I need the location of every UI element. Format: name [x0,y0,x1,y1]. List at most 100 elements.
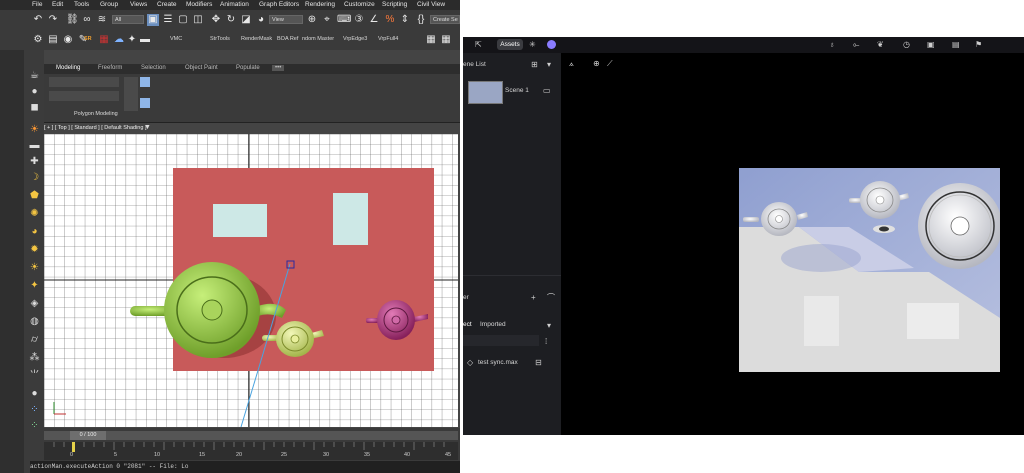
tab-selection[interactable]: Selection [141,65,166,71]
cloud-icon[interactable]: ☁ [113,34,125,46]
tab-object-paint[interactable]: Object Paint [185,65,218,71]
shape-icon[interactable]: ⬟ [29,190,40,201]
link-icon[interactable]: ⛓ [66,14,79,26]
scene-thumbnail[interactable] [468,81,503,104]
snaps-toggle-icon[interactable]: ③ [353,14,365,26]
light-icon[interactable]: ☀ [29,124,40,135]
render-teapot-large[interactable] [918,183,1000,269]
layer-menu-icon[interactable]: ⌒ [547,293,555,302]
sidebar-toggle-icon[interactable]: ⇱ [475,40,482,49]
tab-select[interactable]: ect [463,321,472,328]
avatar[interactable] [547,40,556,49]
scene-list-menu-icon[interactable]: ▾ [547,60,551,69]
plugin-icon-7[interactable]: ▦ [425,34,437,46]
add-layer-icon[interactable]: + [531,293,536,302]
menu-animation[interactable]: Animation [220,1,249,8]
viewport-label[interactable]: [ + ] [ Top ] [ Standard ] [ Default Sha… [44,125,146,131]
unlink-icon[interactable]: ∞ [81,14,93,26]
menu-civil-view[interactable]: Civil View [417,1,445,8]
menu-views[interactable]: Views [130,1,147,8]
camera-add-icon[interactable]: ▣ [927,40,935,49]
sphere-icon[interactable]: ● [29,86,40,97]
scene-name[interactable]: Scene 1 [505,87,529,94]
helper-icon[interactable]: ✚ [29,156,40,167]
flag-icon[interactable]: ⚑ [975,40,982,49]
plugin-icon-6[interactable]: ✦ [126,34,138,46]
timer-icon[interactable]: ◷ [903,40,910,49]
material-editor-icon[interactable]: ⁘ [29,404,40,415]
time-slider-handle[interactable]: 0 / 100 [70,431,106,440]
scene-camera-icon[interactable]: ▭ [543,86,551,95]
menu-group[interactable]: Group [100,1,118,8]
ribbon-options-icon[interactable]: ••• [272,65,285,71]
selection-filter-dropdown[interactable]: All [112,15,144,24]
place-icon[interactable]: ◕ [255,14,267,26]
bind-spacewarp-icon[interactable]: ≋ [96,14,108,26]
box-icon[interactable]: ◼ [29,102,40,113]
cube-icon[interactable]: ◈ [29,298,40,309]
strtools-label[interactable]: StrTools [210,36,230,42]
tab-imported[interactable]: Imported [480,321,506,328]
tab-freeform[interactable]: Freeform [98,65,122,71]
plugin-icon-2[interactable]: ▤ [47,34,59,46]
menu-rendering[interactable]: Rendering [305,1,335,8]
move-icon[interactable]: ✥ [210,14,222,26]
ribbon-side-buttons[interactable] [124,77,138,111]
camera-icon[interactable]: ▬ [139,34,151,46]
top-viewport[interactable] [44,134,458,427]
render-preview[interactable] [739,168,1000,372]
time-slider-track[interactable] [44,431,458,440]
menu-graph-editors[interactable]: Graph Editors [259,1,299,8]
menu-file[interactable]: File [32,1,42,8]
ribbon-row-2[interactable] [49,91,119,101]
add-scene-icon[interactable]: ⊞ [531,60,538,69]
teapot-icon[interactable]: ☕ [29,70,40,81]
grass-icon[interactable]: ⺌ [29,370,40,381]
pivot-center-icon[interactable]: ⊕ [306,14,318,26]
plugin-icon-5[interactable]: ▦ [98,34,110,46]
scatter-icon[interactable]: ⁂ [29,352,40,363]
tab-modeling[interactable]: Modeling [56,65,80,71]
scale-icon[interactable]: ◪ [240,14,252,26]
ribbon-button-blue[interactable] [140,77,150,87]
menu-tools[interactable]: Tools [74,1,89,8]
transform-gizmo-icon[interactable]: ⟑ [569,59,574,68]
cylinder-icon[interactable]: ⌭ [29,334,40,345]
particle-icon[interactable]: ✹ [29,244,40,255]
window-crossing-icon[interactable]: ◫ [192,14,204,26]
select-object-icon[interactable]: ▣ [147,14,159,26]
grid-view-icon[interactable]: ⁞ [545,337,547,346]
sphere-small-icon[interactable]: ◍ [29,316,40,327]
spinner-snap-icon[interactable]: ⇕ [399,14,411,26]
material-ball-icon[interactable]: ● [29,388,40,399]
ribbon-button-blue-2[interactable] [140,98,150,108]
sr-label[interactable]: SR [84,36,92,42]
edit-named-selection-icon[interactable]: {} [415,14,427,26]
current-frame-marker[interactable] [72,442,75,452]
menu-create[interactable]: Create [157,1,177,8]
boa-ref-label[interactable]: BOA Ref [277,36,298,42]
keyboard-shortcut-icon[interactable]: ⌨ [337,14,351,26]
lock-icon[interactable]: ⊟ [535,358,542,367]
ribbon-group-label[interactable]: Polygon Modeling [74,111,118,117]
menu-scripting[interactable]: Scripting [382,1,407,8]
spline-icon[interactable]: ☽ [29,172,40,183]
rotate-icon[interactable]: ↻ [225,14,237,26]
layers-icon[interactable]: ▤ [952,40,960,49]
menu-customize[interactable]: Customize [344,1,375,8]
render-icon[interactable]: ⁘ [29,420,40,431]
select-manipulate-icon[interactable]: ⌖ [321,14,333,26]
vray-light-icon[interactable]: ✦ [29,280,40,291]
angle-snap-icon[interactable]: ∠ [368,14,380,26]
assets-tab[interactable]: Assets [497,39,523,50]
bulb-icon[interactable]: ♁ [829,40,835,49]
system-icon[interactable]: ✺ [29,208,40,219]
redo-icon[interactable]: ↷ [47,14,59,26]
vmc-label[interactable]: VMC [170,36,182,42]
undo-icon[interactable]: ↶ [32,14,44,26]
plugin-icon-1[interactable]: ⚙ [32,34,44,46]
menu-modifiers[interactable]: Modifiers [186,1,212,8]
plugin-icon-3[interactable]: ◉ [62,34,74,46]
camera-tool-icon[interactable]: ▬ [29,140,40,151]
spacewarp-icon[interactable]: ◕ [29,226,40,237]
